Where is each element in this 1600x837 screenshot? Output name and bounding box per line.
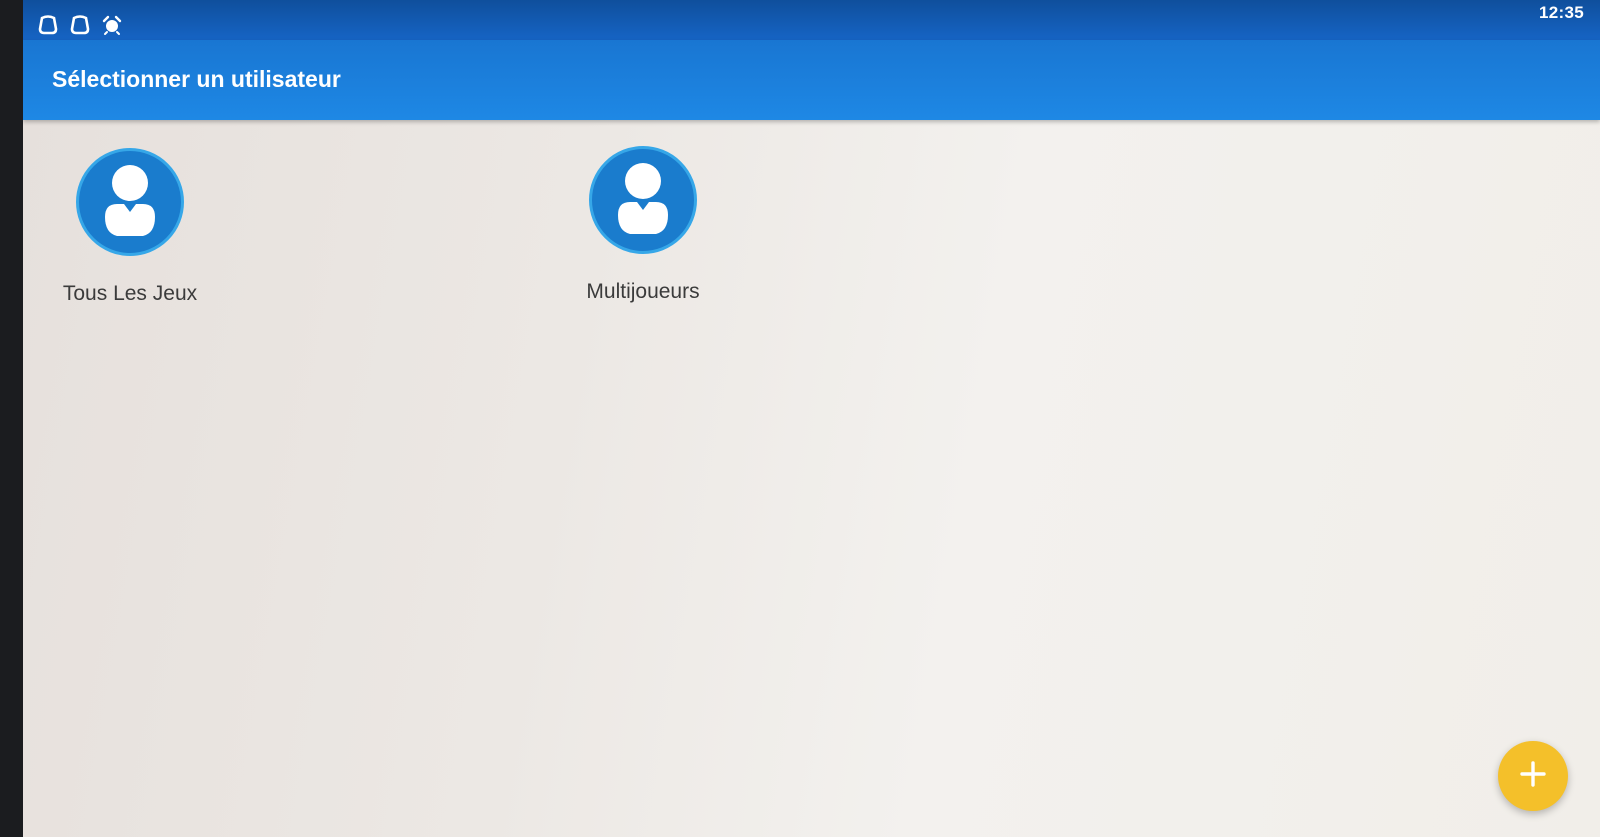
android-notification-icon: [37, 14, 59, 36]
user-avatar-icon: [76, 148, 184, 256]
status-bar: 12:35: [23, 0, 1600, 40]
user-name: Tous Les Jeux: [62, 282, 198, 305]
plus-icon: [1519, 760, 1547, 793]
add-user-button[interactable]: [1498, 741, 1568, 811]
user-name: Multijoueurs: [586, 280, 700, 303]
user-avatar-icon: [589, 146, 697, 254]
page-title: Sélectionner un utilisateur: [52, 66, 341, 92]
screen: 12:35 Sélectionner un utilisateur Tous L…: [23, 0, 1600, 837]
android-notification-icon: [69, 14, 91, 36]
status-icons: [37, 14, 123, 36]
app-bar: Sélectionner un utilisateur: [23, 40, 1600, 120]
status-clock: 12:35: [1539, 3, 1584, 22]
user-tile-multijoueurs[interactable]: Multijoueurs: [553, 146, 733, 304]
alarm-icon: [101, 14, 123, 36]
user-list: Tous Les Jeux Multijoueurs: [23, 146, 1600, 318]
user-tile-tous-les-jeux[interactable]: Tous Les Jeux: [40, 148, 220, 306]
